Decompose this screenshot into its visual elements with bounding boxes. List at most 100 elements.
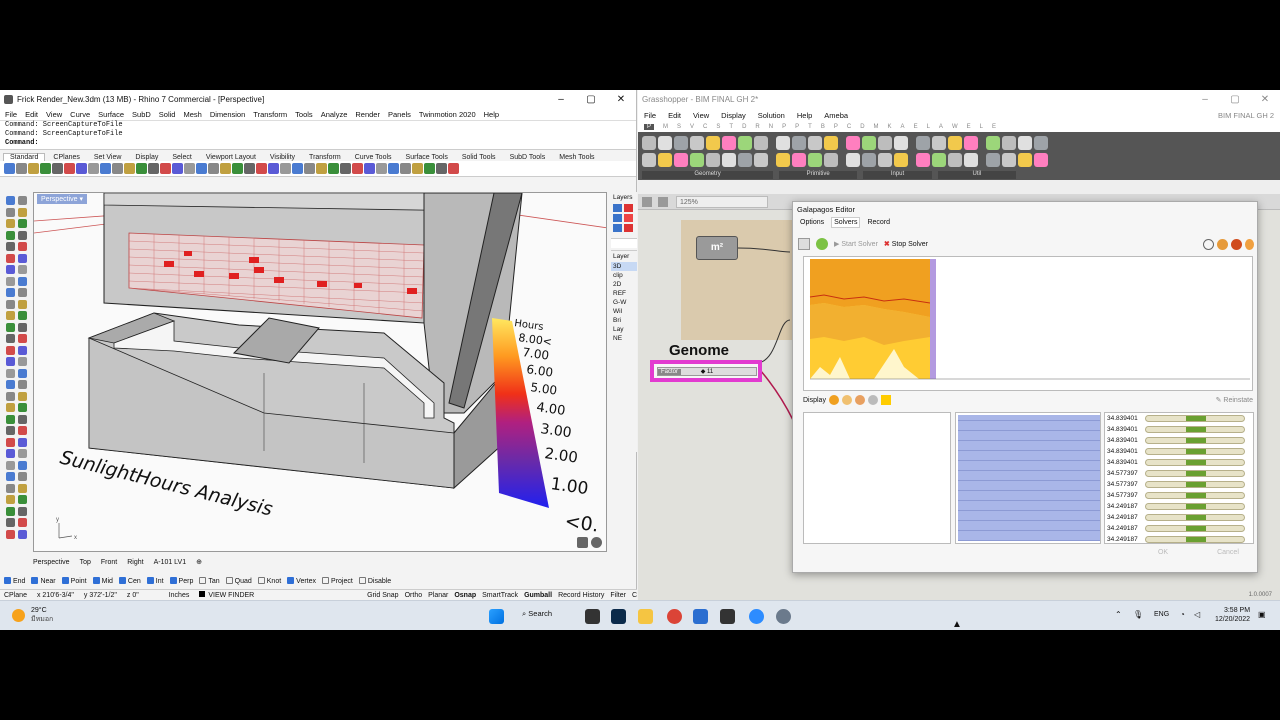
tool-icon[interactable] <box>6 299 15 309</box>
tool-icon[interactable] <box>18 219 27 228</box>
tool-icon[interactable] <box>172 163 183 174</box>
tool-icon[interactable] <box>6 265 15 274</box>
gh-component-icon[interactable] <box>932 153 946 167</box>
toolbar-tab-set-view[interactable]: Set View <box>88 154 128 161</box>
menu-file[interactable]: File <box>5 110 17 119</box>
tool-icon[interactable] <box>18 449 27 458</box>
tool-icon[interactable] <box>18 357 27 366</box>
layer-settings-icon[interactable] <box>624 224 633 232</box>
tool-icon[interactable] <box>18 265 27 274</box>
menu-twinmotion-2020[interactable]: Twinmotion 2020 <box>419 110 476 119</box>
status-toggle-record-history[interactable]: Record History <box>558 592 604 599</box>
display-mode-icon[interactable] <box>854 395 865 405</box>
layer-item[interactable]: clip <box>611 271 637 280</box>
perspective-viewport[interactable]: Hours 8.00< 7.00 6.00 5.00 4.00 3.00 2.0… <box>33 192 607 552</box>
gh-tab[interactable]: M <box>874 124 879 130</box>
tool-icon[interactable] <box>376 163 387 174</box>
fitness-icon[interactable] <box>1231 238 1242 250</box>
start-solver-button[interactable]: ▶ Start Solver <box>834 240 878 248</box>
status-toggle-smarttrack[interactable]: SmartTrack <box>482 592 518 599</box>
tool-icon[interactable] <box>340 163 351 174</box>
new-layer-icon[interactable] <box>613 204 622 212</box>
tool-icon[interactable] <box>6 276 15 286</box>
microphone-icon[interactable]: 🎙 <box>1133 610 1143 619</box>
menu-view[interactable]: View <box>46 110 62 119</box>
tray-overflow-icon[interactable]: ⌃ <box>1115 610 1122 619</box>
gh-menu-solution[interactable]: Solution <box>758 111 785 120</box>
language-indicator[interactable]: ENG <box>1154 611 1169 618</box>
gh-component-icon[interactable] <box>948 153 962 167</box>
toolbar-tab-viewport-layout[interactable]: Viewport Layout <box>200 154 262 161</box>
menu-curve[interactable]: Curve <box>70 110 90 119</box>
gh-minimize-button[interactable]: – <box>1190 94 1220 105</box>
tool-icon[interactable] <box>6 288 15 297</box>
gh-component-icon[interactable] <box>1018 136 1032 150</box>
tool-icon[interactable] <box>18 322 27 332</box>
menu-dimension[interactable]: Dimension <box>210 110 245 119</box>
toolbar-tab-surface-tools[interactable]: Surface Tools <box>400 154 454 161</box>
taskview-icon[interactable] <box>585 609 600 624</box>
fitness-max-icon[interactable] <box>1203 238 1214 250</box>
genome-slider[interactable]: Factor ◆ 11 <box>650 360 762 382</box>
tool-icon[interactable] <box>6 483 15 493</box>
gh-component-icon[interactable] <box>824 136 838 150</box>
volume-icon[interactable]: ◁ <box>1194 610 1200 619</box>
gh-tab[interactable]: K <box>888 124 892 130</box>
gh-component-icon[interactable] <box>722 153 736 167</box>
tool-icon[interactable] <box>18 311 27 320</box>
tool-icon[interactable] <box>6 426 15 435</box>
gh-component-icon[interactable] <box>986 136 1000 150</box>
osnap-knot[interactable]: Knot <box>257 577 281 585</box>
osnap-near[interactable]: Near <box>31 577 56 585</box>
tool-icon[interactable] <box>16 163 27 174</box>
tool-icon[interactable] <box>436 163 447 174</box>
gh-tab[interactable]: P <box>644 124 655 130</box>
tool-icon[interactable] <box>18 495 27 504</box>
record-icon[interactable] <box>816 238 828 250</box>
gh-component-icon[interactable] <box>916 136 930 150</box>
toolbar-tab-subd-tools[interactable]: SubD Tools <box>504 154 552 161</box>
status-toggle-grid-snap[interactable]: Grid Snap <box>367 592 399 599</box>
save-as-icon[interactable] <box>658 197 668 207</box>
toolbar-tab-solid-tools[interactable]: Solid Tools <box>456 154 502 161</box>
fitness-row[interactable]: 34.839401 <box>1105 435 1253 446</box>
toolbar-tab-transform[interactable]: Transform <box>303 154 347 161</box>
gh-tab[interactable]: N <box>769 124 773 130</box>
tool-icon[interactable] <box>196 163 207 174</box>
galapagos-tab-options[interactable]: Options <box>798 218 826 227</box>
layer-item[interactable]: REF <box>611 289 637 298</box>
osnap-int[interactable]: Int <box>146 577 164 585</box>
gh-component-icon[interactable] <box>690 136 704 150</box>
tool-icon[interactable] <box>88 163 99 174</box>
osnap-cen[interactable]: Cen <box>118 577 141 585</box>
osnap-end[interactable]: End <box>4 577 25 585</box>
wifi-icon[interactable]: ◔ <box>1180 610 1185 619</box>
windows-start-icon[interactable] <box>489 609 504 624</box>
tool-icon[interactable] <box>6 230 15 240</box>
viewport-camera-icon[interactable] <box>591 537 602 548</box>
viewport-lock-icon[interactable] <box>577 537 588 548</box>
tool-icon[interactable] <box>304 163 315 174</box>
menu-subd[interactable]: SubD <box>132 110 151 119</box>
menu-surface[interactable]: Surface <box>98 110 124 119</box>
gh-tab[interactable]: V <box>690 124 694 130</box>
gh-component-icon[interactable] <box>878 136 892 150</box>
status-toggle-c[interactable]: C <box>632 592 637 599</box>
gh-component-icon[interactable] <box>964 136 978 150</box>
tool-icon[interactable] <box>268 163 279 174</box>
gh-tab[interactable]: P <box>782 124 786 130</box>
status-toggle-osnap[interactable]: Osnap <box>454 592 476 599</box>
gh-tab[interactable]: D <box>860 124 864 130</box>
tool-icon[interactable] <box>220 163 231 174</box>
tool-icon[interactable] <box>448 163 459 174</box>
gh-tab[interactable]: R <box>755 124 759 130</box>
tool-icon[interactable] <box>316 163 327 174</box>
gh-component-icon[interactable] <box>706 153 720 167</box>
egg-icon[interactable] <box>1245 238 1254 250</box>
osnap-disable[interactable]: Disable <box>358 577 391 585</box>
fitness-row[interactable]: 34.249187 <box>1105 501 1253 512</box>
fitness-row[interactable]: 34.577397 <box>1105 490 1253 501</box>
gh-tab[interactable]: T <box>808 124 812 130</box>
gh-component-icon[interactable] <box>658 153 672 167</box>
gh-component-icon[interactable] <box>738 136 752 150</box>
